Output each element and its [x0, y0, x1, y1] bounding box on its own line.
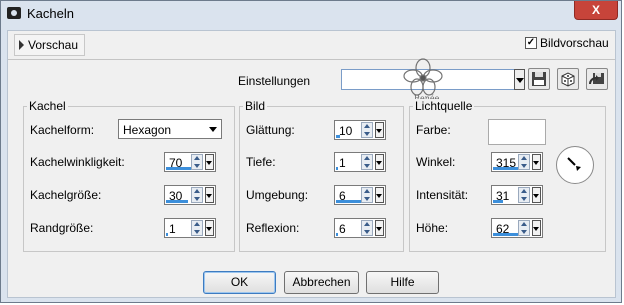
dropdown-arrow-icon[interactable]	[205, 154, 214, 170]
value-bar	[493, 200, 503, 203]
spin-arrows-icon[interactable]	[191, 220, 203, 236]
kachelgroesse-spinner[interactable]: 30	[164, 185, 216, 205]
winkel-label: Winkel:	[416, 155, 456, 169]
spin-arrows-icon[interactable]	[191, 187, 203, 203]
kachelwinkligkeit-spinner[interactable]: 70	[164, 152, 216, 172]
spin-arrows-icon[interactable]	[361, 122, 373, 138]
spin-arrows-icon[interactable]	[518, 154, 530, 170]
glaettung-value: 10	[339, 124, 353, 138]
settings-label: Einstellungen	[238, 74, 311, 88]
lichtquelle-group-title: Lichtquelle	[413, 99, 475, 113]
preset-combobox[interactable]: Renée	[341, 58, 524, 102]
reflexion-label: Reflexion:	[246, 221, 300, 235]
dropdown-arrow-icon[interactable]	[205, 187, 214, 203]
random-button[interactable]	[557, 68, 579, 90]
kachelform-select[interactable]: Hexagon	[118, 119, 222, 139]
dropdown-arrow-icon[interactable]	[375, 154, 384, 170]
hoehe-label: Höhe:	[416, 221, 449, 235]
dropdown-arrow-icon[interactable]	[375, 122, 384, 138]
dice-icon	[561, 72, 575, 87]
title-bar: Kacheln X	[1, 1, 623, 30]
kachelform-value: Hexagon	[123, 123, 172, 137]
dropdown-arrow-icon[interactable]	[532, 220, 541, 236]
spin-arrows-icon[interactable]	[518, 220, 530, 236]
value-bar	[166, 200, 188, 203]
save-preset-button[interactable]	[528, 68, 550, 90]
randgroesse-spinner[interactable]: 1	[164, 218, 216, 238]
reset-icon	[589, 73, 604, 85]
cancel-button[interactable]: Abbrechen	[284, 271, 359, 294]
tiefe-value: 1	[339, 156, 346, 170]
dropdown-arrow-icon[interactable]	[532, 154, 541, 170]
dropdown-arrow-icon[interactable]	[532, 187, 541, 203]
kachelwinkligkeit-label: Kachelwinkligkeit:	[30, 155, 125, 169]
farbe-color-swatch[interactable]	[488, 119, 546, 145]
bild-group-title: Bild	[243, 99, 268, 113]
randgroesse-value: 1	[169, 222, 176, 236]
reset-button[interactable]	[586, 68, 608, 90]
value-bar	[336, 233, 338, 236]
dropdown-arrow-icon[interactable]	[205, 220, 214, 236]
checkbox-check-icon: ✓	[525, 37, 537, 49]
ok-button[interactable]: OK	[203, 271, 276, 294]
expand-triangle-icon	[19, 40, 24, 50]
value-bar	[166, 167, 191, 170]
farbe-label: Farbe:	[416, 123, 451, 137]
dropdown-arrow-icon[interactable]	[375, 187, 384, 203]
chevron-down-icon	[209, 127, 217, 132]
camera-icon	[7, 7, 21, 19]
light-direction-dial[interactable]	[556, 146, 594, 184]
watermark-flower-icon: Renée	[403, 58, 443, 102]
dropdown-arrow-icon[interactable]	[375, 220, 384, 236]
hoehe-spinner[interactable]: 62	[491, 218, 543, 238]
winkel-spinner[interactable]: 315	[491, 152, 543, 172]
dialog-window: Kacheln X Vorschau ✓ Bildvorschau Einste…	[0, 0, 622, 303]
reflexion-spinner[interactable]: 6	[334, 218, 386, 238]
help-button[interactable]: Hilfe	[366, 271, 439, 294]
reflexion-value: 6	[339, 222, 346, 236]
umgebung-label: Umgebung:	[246, 188, 309, 202]
kachel-group-title: Kachel	[27, 99, 68, 113]
kachelform-label: Kachelform:	[30, 123, 95, 137]
umgebung-spinner[interactable]: 6	[334, 185, 386, 205]
spin-arrows-icon[interactable]	[361, 187, 373, 203]
spin-arrows-icon[interactable]	[361, 154, 373, 170]
value-bar	[336, 135, 340, 138]
intensitaet-label: Intensität:	[416, 188, 469, 202]
glaettung-spinner[interactable]: 10	[334, 120, 386, 140]
randgroesse-label: Randgröße:	[30, 221, 94, 235]
dialog-client: Vorschau ✓ Bildvorschau Einstellungen Re…	[7, 30, 616, 298]
spin-arrows-icon[interactable]	[518, 187, 530, 203]
value-bar	[336, 200, 364, 203]
kachelgroesse-label: Kachelgröße:	[30, 188, 102, 202]
value-bar	[336, 167, 338, 170]
intensitaet-spinner[interactable]: 31	[491, 185, 543, 205]
preview-toggle[interactable]: Vorschau	[14, 34, 86, 56]
tiefe-spinner[interactable]: 1	[334, 152, 386, 172]
value-bar	[166, 233, 168, 236]
divider	[8, 59, 615, 60]
light-direction-icon	[567, 157, 581, 171]
window-title: Kacheln	[27, 6, 74, 21]
glaettung-label: Glättung:	[246, 123, 295, 137]
spin-arrows-icon[interactable]	[361, 220, 373, 236]
spin-arrows-icon[interactable]	[191, 154, 203, 170]
preview-toggle-label: Vorschau	[28, 38, 79, 52]
bildvorschau-label: Bildvorschau	[540, 36, 609, 50]
close-button[interactable]: X	[574, 1, 618, 20]
preset-dropdown-arrow[interactable]	[514, 69, 525, 90]
bildvorschau-checkbox[interactable]: ✓ Bildvorschau	[525, 36, 609, 50]
tiefe-label: Tiefe:	[246, 155, 276, 169]
save-icon	[532, 72, 546, 86]
